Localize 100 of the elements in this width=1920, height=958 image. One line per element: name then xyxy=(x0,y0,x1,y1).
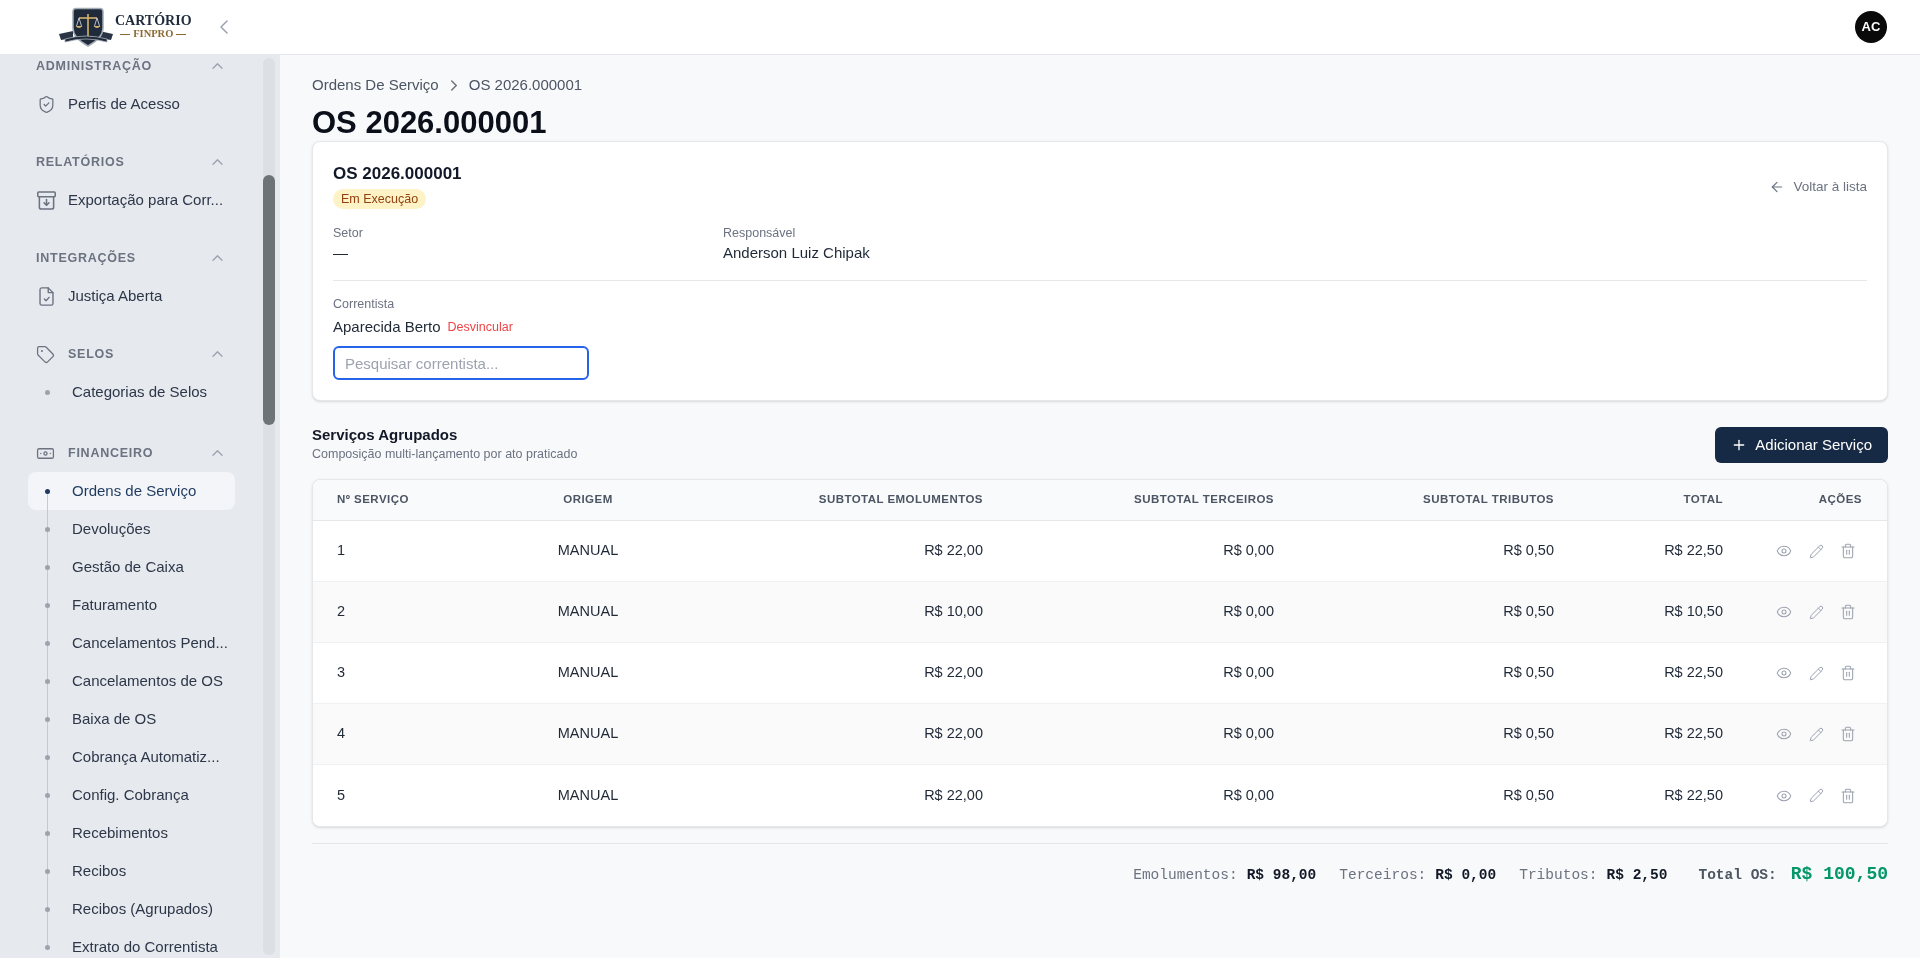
pencil-icon xyxy=(1808,665,1824,681)
field-label: Setor xyxy=(333,225,363,241)
add-service-button[interactable]: Adicionar Serviço xyxy=(1715,427,1888,463)
search-field[interactable]: Pesquisar correntista... xyxy=(333,346,589,380)
sidebar-item[interactable]: Justiça Aberta xyxy=(28,277,235,315)
field-label: Correntista xyxy=(333,296,395,312)
tag-icon xyxy=(36,344,55,364)
table-cell-text: 2 xyxy=(337,602,346,622)
table-cell-text: R$ 0,00 xyxy=(1223,602,1274,622)
column-header: ORIGEM xyxy=(563,492,613,508)
logo-name: CARTÓRIO xyxy=(115,14,192,29)
trash-icon xyxy=(1840,726,1856,742)
total-value: R$ 98,00 xyxy=(1246,866,1317,885)
table-cell-text: R$ 0,50 xyxy=(1503,785,1554,805)
sidebar-item[interactable]: Recebimentos xyxy=(28,814,235,852)
table-cell-text: 4 xyxy=(337,724,346,744)
table-cell-text: R$ 0,50 xyxy=(1503,541,1554,561)
total-label: Total OS: xyxy=(1698,866,1777,885)
table-cell-text: R$ 22,00 xyxy=(924,541,983,561)
breadcrumb-link[interactable]: Ordens De Serviço xyxy=(312,75,439,95)
page-title: OS 2026.000001 xyxy=(312,105,547,141)
section-header[interactable]: SELOS xyxy=(0,343,263,365)
status-badge: Em Execução xyxy=(333,189,427,209)
section-header[interactable]: RELATÓRIOS xyxy=(0,151,263,173)
eye-icon xyxy=(1776,665,1792,681)
sidebar-item[interactable]: Categorias de Selos xyxy=(28,373,235,411)
sidebar-item[interactable]: Devoluções xyxy=(28,510,235,548)
trash-icon xyxy=(1840,543,1856,559)
pencil-icon xyxy=(1808,604,1824,620)
pencil-icon xyxy=(1808,543,1824,559)
table-cell-text: R$ 22,50 xyxy=(1664,541,1723,561)
file-check-icon xyxy=(37,286,56,306)
section-header[interactable]: INTEGRAÇÕES xyxy=(0,247,263,269)
sidebar-item[interactable]: Config. Cobrança xyxy=(28,776,235,814)
sidebar-item[interactable]: Cancelamentos de OS xyxy=(28,662,235,700)
field-value: Anderson Luiz Chipak xyxy=(723,243,870,263)
column-header: SUBTOTAL TERCEIROS xyxy=(1134,492,1274,508)
total-value: R$ 0,00 xyxy=(1435,866,1497,885)
sidebar-item[interactable]: Recibos (Agrupados) xyxy=(28,890,235,928)
trash-icon xyxy=(1840,665,1856,681)
sidebar-item[interactable]: Ordens de Serviço xyxy=(28,472,235,510)
sidebar-item[interactable]: Baixa de OS xyxy=(28,700,235,738)
total-label: Tributos: xyxy=(1519,866,1598,885)
table-cell-text: R$ 0,50 xyxy=(1503,663,1554,683)
total-value: R$ 2,50 xyxy=(1606,866,1668,885)
table-cell-text: R$ 22,00 xyxy=(924,785,983,805)
unlink-link[interactable]: Desvincular xyxy=(447,317,513,337)
sidebar-item[interactable]: Extrato do Correntista xyxy=(28,928,235,958)
logo-emblem-icon xyxy=(59,7,113,47)
table-cell-text: R$ 22,50 xyxy=(1664,724,1723,744)
sidebar-item[interactable]: Perfis de Acesso xyxy=(28,85,235,123)
table-cell-text: R$ 0,50 xyxy=(1503,602,1554,622)
order-title: OS 2026.000001 xyxy=(333,163,462,185)
chevron-right-icon xyxy=(450,79,457,91)
table-cell-text: R$ 22,50 xyxy=(1664,785,1723,805)
eye-icon xyxy=(1776,726,1792,742)
field-value: — xyxy=(333,243,348,263)
section-subtitle: Composição multi-lançamento por ato praticado xyxy=(312,446,578,463)
field-label: Responsável xyxy=(723,225,796,241)
section-header[interactable]: FINANCEIRO xyxy=(0,442,263,464)
table-cell-text: MANUAL xyxy=(557,541,619,561)
table-cell-text: R$ 22,00 xyxy=(924,663,983,683)
field-value: Aparecida Berto xyxy=(333,317,441,337)
table-cell-text: 3 xyxy=(337,663,346,683)
table-cell-text: R$ 22,50 xyxy=(1664,663,1723,683)
table-cell-text: R$ 0,50 xyxy=(1503,724,1554,744)
back-link[interactable]: Voltar à lista xyxy=(1769,177,1867,198)
chevron-left-icon xyxy=(219,20,228,34)
table-cell-text: MANUAL xyxy=(557,785,619,805)
archive-download-icon xyxy=(37,190,56,210)
sidebar-item[interactable]: Exportação para Corr... xyxy=(28,181,235,219)
table-cell-text: R$ 10,00 xyxy=(924,602,983,622)
scrollbar-thumb[interactable] xyxy=(263,175,275,425)
section-header[interactable]: ADMINISTRAÇÃO xyxy=(0,55,263,77)
sidebar-item[interactable]: Recibos xyxy=(28,852,235,890)
eye-icon xyxy=(1776,543,1792,559)
table-cell-text: MANUAL xyxy=(557,724,619,744)
shield-check-icon xyxy=(37,94,56,114)
column-header: TOTAL xyxy=(1683,492,1723,508)
table-cell-text: R$ 0,00 xyxy=(1223,785,1274,805)
sidebar-item[interactable]: Cancelamentos Pend... xyxy=(28,624,235,662)
table-cell-text: R$ 22,00 xyxy=(924,724,983,744)
column-header: SUBTOTAL EMOLUMENTOS xyxy=(818,492,983,508)
sidebar-item[interactable]: Gestão de Caixa xyxy=(28,548,235,586)
total-value: R$ 100,50 xyxy=(1790,863,1888,886)
user-avatar[interactable]: AC xyxy=(1855,11,1887,43)
logo-subname: FINPRO xyxy=(133,29,174,40)
eye-icon xyxy=(1776,604,1792,620)
column-header: Nº SERVIÇO xyxy=(337,492,409,508)
table-cell-text: MANUAL xyxy=(557,663,619,683)
pencil-icon xyxy=(1808,788,1824,803)
column-header: AÇÕES xyxy=(1818,492,1862,508)
trash-icon xyxy=(1840,604,1856,620)
table-cell-text: R$ 0,00 xyxy=(1223,724,1274,744)
sidebar-item[interactable]: Faturamento xyxy=(28,586,235,624)
sidebar-item[interactable]: Cobrança Automatiz... xyxy=(28,738,235,776)
total-label: Emolumentos: xyxy=(1133,866,1238,885)
table-cell-text: R$ 0,00 xyxy=(1223,663,1274,683)
column-header: SUBTOTAL TRIBUTOS xyxy=(1423,492,1554,508)
breadcrumb-current: OS 2026.000001 xyxy=(468,75,583,95)
